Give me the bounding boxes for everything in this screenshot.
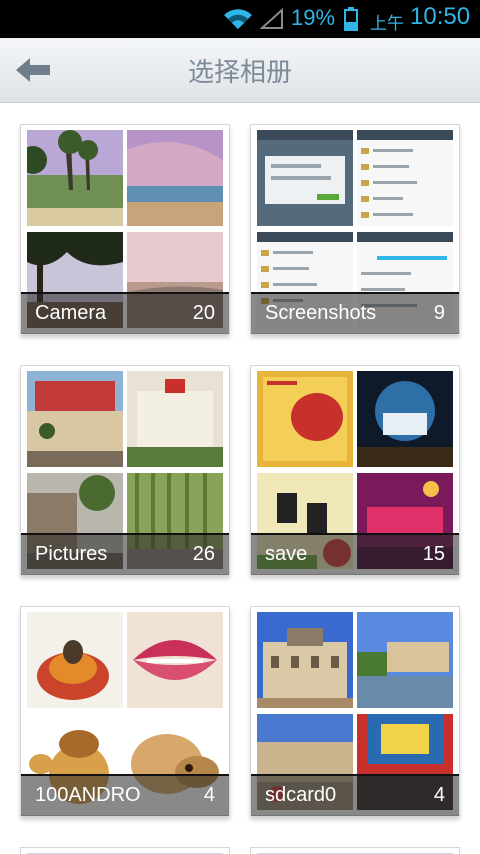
album-card-100andro[interactable]: 100ANDRO 4 — [20, 606, 230, 816]
album-thumbnail — [357, 130, 453, 226]
album-name: 100ANDRO — [35, 784, 141, 806]
album-name: sdcard0 — [265, 784, 337, 806]
album-thumbnail — [127, 371, 223, 467]
album-card-camera[interactable]: Camera 20 — [20, 124, 230, 334]
page-title: 选择相册 — [187, 58, 292, 88]
album-label-bar: save 15 — [251, 533, 459, 575]
album-label-bar: Camera 20 — [21, 292, 229, 334]
battery-percent: 19% — [291, 5, 336, 30]
wifi-icon — [224, 9, 252, 29]
album-name: save — [265, 543, 308, 565]
album-label-bar: 100ANDRO 4 — [21, 774, 229, 816]
album-count: 9 — [433, 302, 445, 324]
album-label-bar: Pictures 26 — [21, 533, 229, 575]
album-grid: Camera 20 Screenshots 9 Pictures 26 save… — [0, 103, 480, 854]
signal-icon — [260, 8, 283, 29]
album-thumbnail — [27, 612, 123, 708]
album-name: Camera — [35, 302, 107, 324]
album-thumbnail — [27, 371, 123, 467]
album-count: 4 — [203, 784, 215, 806]
album-name: Pictures — [35, 543, 108, 565]
album-count: 4 — [433, 784, 445, 806]
album-card-sdcard0[interactable]: sdcard0 4 — [250, 606, 460, 816]
status-bar: 19% 上午 10:50 — [0, 0, 480, 38]
album-card-pictures[interactable]: Pictures 26 — [20, 365, 230, 575]
album-card-partial[interactable] — [20, 847, 230, 854]
album-count: 26 — [192, 543, 215, 565]
album-thumbnail — [27, 130, 123, 226]
album-label-bar: Screenshots 9 — [251, 292, 459, 334]
album-thumbnail — [127, 130, 223, 226]
album-label-bar: sdcard0 4 — [251, 774, 459, 816]
album-thumbnail — [357, 612, 453, 708]
title-bar: 选择相册 — [0, 38, 480, 103]
album-count: 15 — [422, 543, 445, 565]
album-name: Screenshots — [265, 302, 377, 324]
album-thumbnail — [257, 130, 353, 226]
clock-ampm: 上午 — [370, 14, 404, 33]
battery-icon — [344, 7, 358, 31]
album-card-partial[interactable] — [250, 847, 460, 854]
album-card-save[interactable]: save 15 — [250, 365, 460, 575]
clock-time: 10:50 — [410, 3, 471, 30]
album-thumbnail — [257, 371, 353, 467]
album-card-screenshots[interactable]: Screenshots 9 — [250, 124, 460, 334]
album-thumbnail — [257, 612, 353, 708]
album-thumbnail — [127, 612, 223, 708]
album-thumbnail — [357, 371, 453, 467]
album-count: 20 — [192, 302, 215, 324]
